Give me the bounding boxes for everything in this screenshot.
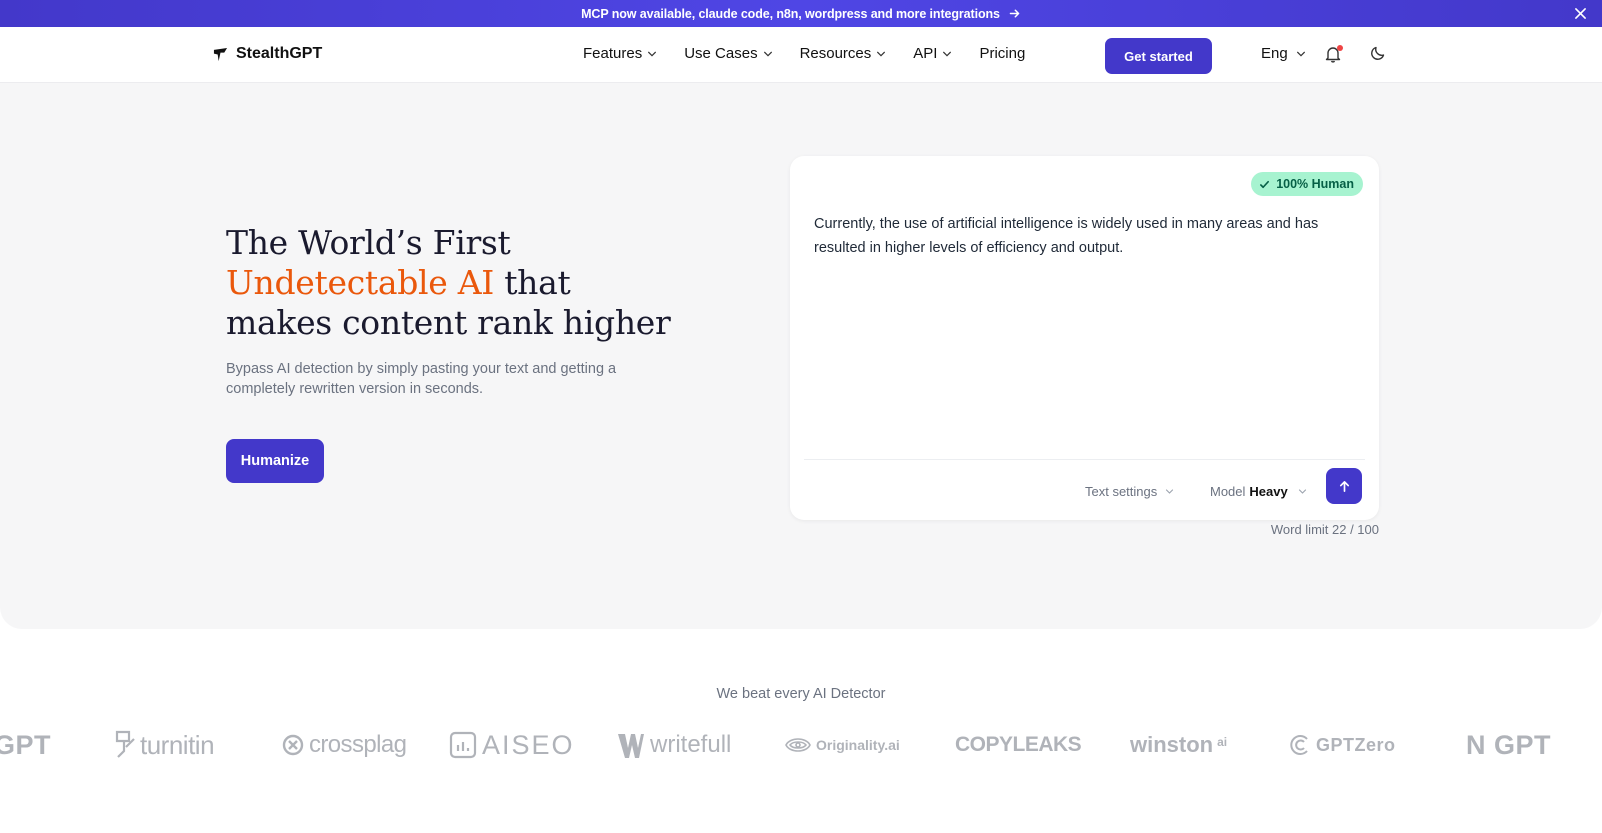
detector-logo-crossplag: crossplag	[281, 722, 407, 768]
moon-icon[interactable]	[1370, 45, 1388, 63]
humanize-button[interactable]: Humanize	[226, 439, 324, 483]
main-menu: Features Use Cases Resources API Pricing	[583, 45, 1052, 62]
writefull-icon	[616, 730, 646, 760]
notification-dot	[1337, 45, 1343, 51]
crossplag-icon	[281, 733, 305, 757]
detector-name: GPT	[0, 729, 52, 760]
logo-icon	[213, 47, 228, 62]
detector-logo-originality: Originality.ai	[784, 722, 900, 768]
detector-name: Originality.ai	[816, 737, 900, 753]
model-dropdown[interactable]: Model Heavy	[1210, 484, 1307, 499]
chevron-down-icon	[1296, 51, 1305, 57]
close-icon[interactable]	[1572, 5, 1588, 21]
detector-logo-aiseo: AISEO	[448, 722, 575, 768]
detector-name: GPTZero	[1316, 734, 1396, 755]
hero-section: The World’s First Undetectable AI that m…	[0, 83, 1602, 629]
brand-name: StealthGPT	[236, 45, 323, 62]
announcement-text[interactable]: MCP now available, claude code, n8n, wor…	[581, 7, 1000, 21]
menu-label: Features	[583, 45, 643, 62]
menu-resources[interactable]: Resources	[800, 45, 887, 62]
winston-suffix: ai	[1217, 735, 1228, 749]
announcement-bar[interactable]: MCP now available, claude code, n8n, wor…	[0, 0, 1602, 27]
detector-logo-turnitin: turnitin	[114, 722, 215, 768]
text-settings-dropdown[interactable]: Text settings	[1085, 484, 1174, 499]
headline-line3: makes content rank higher	[226, 303, 671, 342]
menu-label: Use Cases	[684, 45, 758, 62]
editor-textarea[interactable]: Currently, the use of artificial intelli…	[814, 212, 1354, 260]
hero-subtext: Bypass AI detection by simply pasting yo…	[226, 361, 617, 397]
arrow-up-icon	[1339, 480, 1349, 492]
menu-api[interactable]: API	[913, 45, 952, 62]
word-limit-counter: Word limit 22 / 100	[1270, 522, 1379, 537]
detectors-heading: We beat every AI Detector	[716, 686, 886, 702]
chevron-down-icon	[1298, 489, 1306, 494]
menu-use-cases[interactable]: Use Cases	[684, 45, 772, 62]
headline-accent: Undetectable AI	[226, 263, 494, 302]
model-label: Model	[1210, 484, 1246, 499]
language-label: Eng	[1261, 45, 1288, 62]
human-score-badge: 100% Human	[1251, 172, 1363, 196]
originality-icon	[784, 734, 812, 756]
brand-logo[interactable]: StealthGPT	[213, 45, 322, 63]
detector-name: COPYLEAKS	[955, 733, 1082, 756]
check-icon	[1260, 180, 1270, 188]
detector-name: writefull	[650, 731, 732, 758]
turnitin-icon	[114, 729, 136, 761]
detector-logo-copyleaks: COPYLEAKS	[955, 722, 1082, 768]
detector-logo-nogpt: N GPT	[1466, 722, 1551, 768]
top-navigation: StealthGPT Features Use Cases Resources …	[0, 27, 1602, 83]
get-started-button[interactable]: Get started	[1105, 38, 1212, 74]
submit-button[interactable]	[1326, 468, 1362, 504]
detector-logo-gptzero: GPTZero	[1288, 722, 1396, 768]
detector-name: winston	[1130, 732, 1214, 757]
detector-logos-strip: GPT turnitin crossplag AISEO writefull O…	[0, 722, 1602, 768]
headline-that: that	[494, 263, 571, 302]
bell-icon[interactable]	[1325, 45, 1343, 65]
chevron-down-icon	[648, 51, 657, 57]
menu-label: Resources	[799, 45, 872, 62]
text-settings-label: Text settings	[1085, 484, 1158, 499]
gptzero-icon	[1288, 733, 1312, 757]
detector-name: N GPT	[1466, 729, 1552, 760]
menu-pricing[interactable]: Pricing	[979, 45, 1025, 62]
detector-name: crossplag	[309, 731, 407, 758]
headline-line1: The World’s First	[226, 223, 511, 262]
chevron-down-icon	[1166, 489, 1174, 494]
detector-logo-writefull: writefull	[616, 722, 731, 768]
menu-label: Pricing	[979, 45, 1026, 62]
language-selector[interactable]: Eng	[1261, 45, 1306, 62]
menu-features[interactable]: Features	[583, 45, 657, 62]
chevron-down-icon	[763, 51, 772, 57]
detector-name: AISEO	[482, 729, 575, 760]
arrow-right-icon	[1008, 7, 1021, 20]
text-editor-card: 100% Human Currently, the use of artific…	[790, 156, 1379, 520]
detector-name: turnitin	[140, 729, 215, 760]
aiseo-icon	[448, 730, 478, 760]
chevron-down-icon	[943, 51, 952, 57]
model-value: Heavy	[1249, 484, 1288, 499]
menu-label: API	[913, 45, 938, 62]
detector-logo-gpt: GPT	[0, 722, 51, 768]
hero-headline: The World’s First Undetectable AI that m…	[226, 223, 671, 343]
detector-logo-winston: winston ai	[1130, 722, 1227, 768]
editor-divider	[804, 459, 1365, 460]
badge-label: 100% Human	[1276, 177, 1354, 191]
chevron-down-icon	[877, 51, 886, 57]
